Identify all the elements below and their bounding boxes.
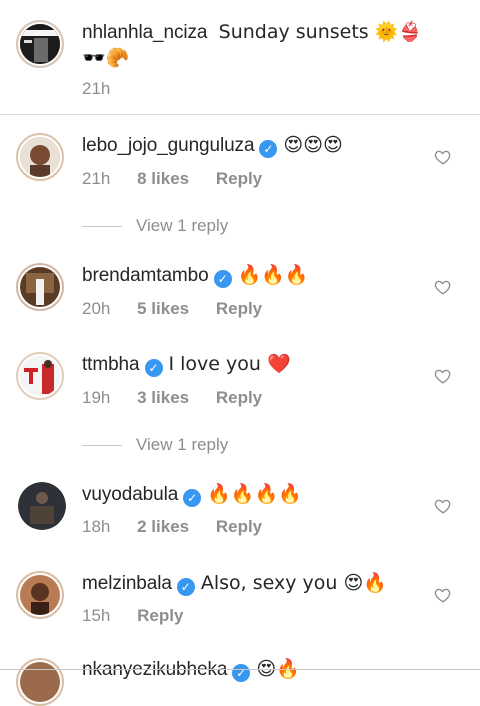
comment-4-time: 18h (82, 517, 111, 536)
heart-outline-icon[interactable] (434, 497, 452, 515)
comment-4-meta: 18h 2 likes Reply (82, 517, 284, 537)
comment-4-likes[interactable]: 2 likes (137, 517, 189, 536)
comment-1-username[interactable]: lebo_jojo_gunguluza (82, 135, 255, 156)
caption-divider (0, 114, 480, 115)
comment-3-reply-button[interactable]: Reply (216, 388, 262, 407)
comment-2-line: brendamtambo ✓ 🔥🔥🔥 (82, 263, 309, 288)
comment-3-likes[interactable]: 3 likes (137, 388, 189, 407)
profile-photo (20, 356, 60, 396)
comment-4-line: vuyodabula ✓ 🔥🔥🔥🔥 (82, 482, 302, 507)
comment-2-text: 🔥🔥🔥 (237, 264, 309, 286)
comment-5-line: melzinbala ✓ Also, sexy you 😍🔥 (82, 571, 387, 596)
bottom-divider (0, 669, 480, 670)
comment-1-view-replies[interactable]: View 1 reply (82, 216, 228, 236)
comment-2-username[interactable]: brendamtambo (82, 265, 209, 286)
avatar-lebo-jojo-gunguluza[interactable] (16, 133, 64, 181)
comment-1-view-replies-label: View 1 reply (136, 216, 229, 235)
avatar-melzinbala[interactable] (16, 571, 64, 619)
comment-1-line: lebo_jojo_gunguluza ✓ 😍😍😍 (82, 133, 343, 158)
reply-dash (82, 225, 122, 227)
comment-1-text: 😍😍😍 (283, 134, 343, 156)
verified-badge-icon: ✓ (259, 140, 278, 158)
comment-3-line: ttmbha ✓ I love you ❤️ (82, 352, 291, 377)
verified-badge-icon: ✓ (144, 359, 163, 377)
caption-line: nhlanhla_nciza Sunday sunsets 🌞👙 (82, 20, 422, 45)
comment-4-username[interactable]: vuyodabula (82, 484, 178, 505)
comment-1-reply-button[interactable]: Reply (216, 169, 262, 188)
heart-outline-icon[interactable] (434, 278, 452, 296)
heart-outline-icon[interactable] (434, 148, 452, 166)
magazine-cover-image (20, 24, 60, 64)
comment-5-meta: 15h Reply (82, 606, 205, 626)
caption-text-line2: 🕶️🥐 (82, 47, 130, 69)
caption-username[interactable]: nhlanhla_nciza (82, 22, 207, 43)
comment-4-text: 🔥🔥🔥🔥 (207, 483, 302, 505)
heart-outline-icon[interactable] (434, 367, 452, 385)
comment-3-text: I love you ❤️ (168, 353, 291, 375)
comment-2-reply-button[interactable]: Reply (216, 299, 262, 318)
avatar-ttmbha[interactable] (16, 352, 64, 400)
comment-1-meta: 21h 8 likes Reply (82, 169, 284, 189)
comment-3-meta: 19h 3 likes Reply (82, 388, 284, 408)
comment-3-username[interactable]: ttmbha (82, 354, 140, 375)
heart-outline-icon[interactable] (434, 586, 452, 604)
comment-5-text: Also, sexy you 😍🔥 (200, 572, 387, 594)
caption-time: 21h (82, 79, 111, 98)
reply-dash (82, 444, 122, 446)
verified-badge-icon: ✓ (232, 664, 251, 682)
verified-badge-icon: ✓ (176, 578, 195, 596)
comment-2-time: 20h (82, 299, 111, 318)
avatar-nhlanhla-nciza[interactable] (16, 20, 64, 68)
avatar-brendamtambo[interactable] (16, 263, 64, 311)
comment-5-time: 15h (82, 606, 111, 625)
verified-badge-icon: ✓ (213, 270, 232, 288)
comment-2-likes[interactable]: 5 likes (137, 299, 189, 318)
profile-photo (18, 482, 66, 530)
profile-photo (20, 267, 60, 307)
comment-3-view-replies[interactable]: View 1 reply (82, 435, 228, 455)
avatar-vuyodabula[interactable] (18, 482, 66, 530)
comment-2-meta: 20h 5 likes Reply (82, 299, 284, 319)
comment-3-time: 19h (82, 388, 111, 407)
comment-3-view-replies-label: View 1 reply (136, 435, 229, 454)
verified-badge-icon: ✓ (183, 489, 202, 507)
profile-photo (20, 137, 60, 177)
comment-5-username[interactable]: melzinbala (82, 573, 172, 594)
caption-meta: 21h (82, 79, 132, 99)
comment-1-time: 21h (82, 169, 111, 188)
comment-1-likes[interactable]: 8 likes (137, 169, 189, 188)
avatar-nkanyezikubheka[interactable] (16, 658, 64, 706)
profile-photo (20, 575, 60, 615)
caption-text: Sunday sunsets 🌞👙 (218, 21, 423, 43)
comment-5-reply-button[interactable]: Reply (137, 606, 183, 625)
comment-4-reply-button[interactable]: Reply (216, 517, 262, 536)
